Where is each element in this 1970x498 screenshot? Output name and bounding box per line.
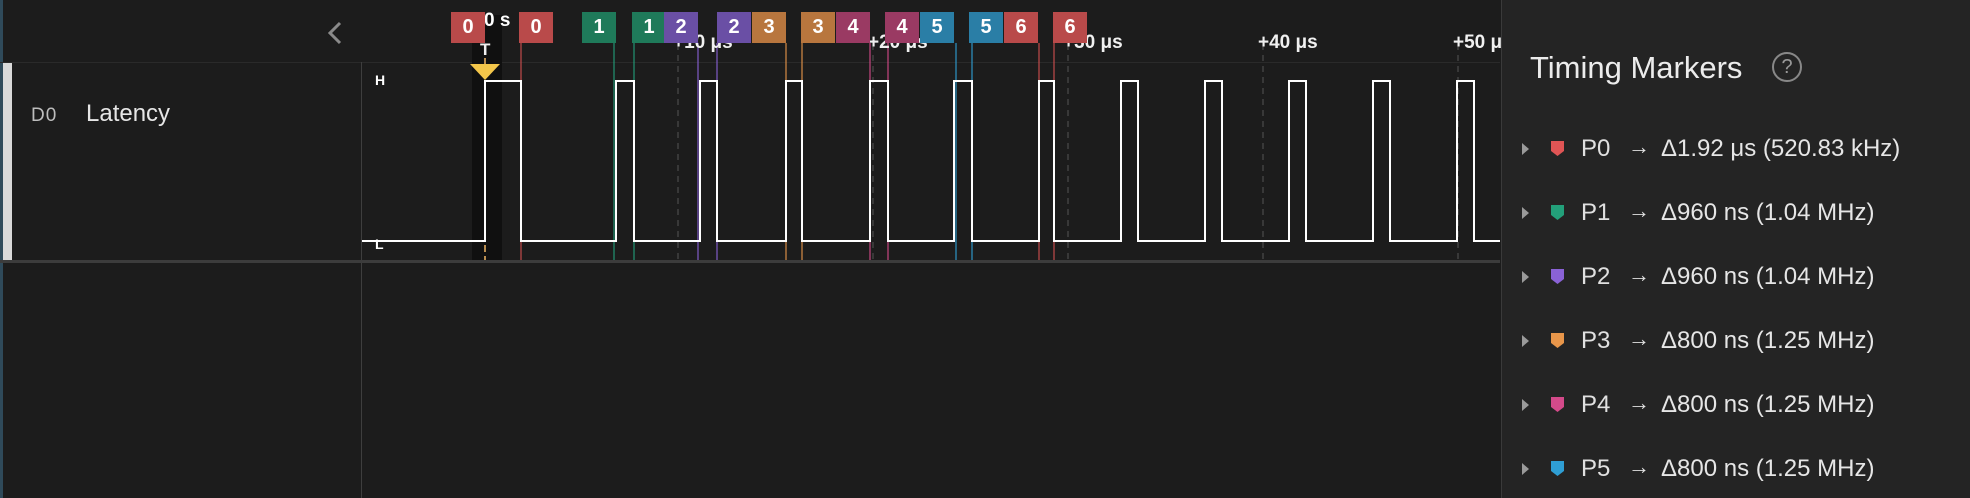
arrow-right-icon: → [1628,262,1650,287]
marker-name: P1 [1581,199,1611,226]
channel-id: D0 [31,105,58,126]
timing-marker-row-p4[interactable]: P4 → Δ800 ns (1.25 MHz) [1502,387,1970,427]
timing-marker-row-p1[interactable]: P1 → Δ960 ns (1.04 MHz) [1502,195,1970,235]
marker-delta-value: Δ960 ns (1.04 MHz) [1661,263,1875,290]
marker-name: P4 [1581,391,1611,418]
marker-name: P5 [1581,455,1611,482]
marker-tag[interactable]: 6 [1053,12,1087,43]
marker-delta-value: Δ960 ns (1.04 MHz) [1661,199,1875,226]
time-origin-label: 0 s [484,10,511,31]
marker-tag[interactable]: 4 [836,12,870,43]
expand-triangle-icon[interactable] [1522,335,1529,347]
marker-delta-value: Δ1.92 μs (520.83 kHz) [1661,135,1901,162]
expand-triangle-icon[interactable] [1522,399,1529,411]
expand-triangle-icon[interactable] [1522,207,1529,219]
arrow-right-icon: → [1628,454,1650,479]
marker-pin-icon [1551,141,1564,156]
panel-title: Timing Markers [1530,50,1743,85]
level-low-label: L [375,236,384,252]
timing-markers-panel: Timing Markers ? P0 → Δ1.92 μs (520.83 k… [1501,0,1970,498]
marker-tag[interactable]: 2 [717,12,751,43]
marker-delta-value: Δ800 ns (1.25 MHz) [1661,327,1875,354]
marker-tag[interactable]: 3 [752,12,786,43]
question-circle-icon[interactable]: ? [1772,52,1802,82]
waveform-area: T 0 s +10 μs +20 μs +30 μs +40 μs +50 μ … [0,0,1503,498]
digital-waveform[interactable] [362,80,1500,242]
expand-triangle-icon[interactable] [1522,463,1529,475]
marker-tag[interactable]: 3 [801,12,835,43]
arrow-right-icon: → [1628,390,1650,415]
expand-triangle-icon[interactable] [1522,143,1529,155]
marker-tag[interactable]: 2 [664,12,698,43]
marker-name: P0 [1581,135,1611,162]
channel-color-indicator [3,63,12,260]
expand-triangle-icon[interactable] [1522,271,1529,283]
marker-name: P3 [1581,327,1611,354]
timing-marker-row-p0[interactable]: P0 → Δ1.92 μs (520.83 kHz) [1502,131,1970,171]
channel-name[interactable]: Latency [86,100,170,128]
marker-tag[interactable]: 4 [885,12,919,43]
marker-pin-icon [1551,269,1564,284]
level-high-label: H [375,72,386,88]
channel-label-divider[interactable] [361,62,362,498]
marker-tag[interactable]: 5 [969,12,1003,43]
timing-marker-row-p5[interactable]: P5 → Δ800 ns (1.25 MHz) [1502,451,1970,491]
marker-tag[interactable]: 6 [1004,12,1038,43]
timing-marker-row-p3[interactable]: P3 → Δ800 ns (1.25 MHz) [1502,323,1970,363]
time-label: +40 μs [1258,32,1318,53]
logic-analyzer-window: T 0 s +10 μs +20 μs +30 μs +40 μs +50 μ … [0,0,1970,498]
marker-tag[interactable]: 1 [632,12,666,43]
marker-pin-icon [1551,205,1564,220]
marker-tag[interactable]: 0 [451,12,485,43]
marker-tag[interactable]: 1 [582,12,616,43]
time-label: +50 μ [1453,32,1503,53]
channel-row-d0[interactable]: D0 Latency [0,63,361,260]
marker-pin-icon [1551,333,1564,348]
timing-marker-row-p2[interactable]: P2 → Δ960 ns (1.04 MHz) [1502,259,1970,299]
channel-row-border [0,260,1500,263]
marker-pin-icon [1551,461,1564,476]
marker-delta-value: Δ800 ns (1.25 MHz) [1661,455,1875,482]
arrow-right-icon: → [1628,198,1650,223]
marker-pin-icon [1551,397,1564,412]
marker-name: P2 [1581,263,1611,290]
marker-tag[interactable]: 5 [920,12,954,43]
arrow-right-icon: → [1628,326,1650,351]
marker-delta-value: Δ800 ns (1.25 MHz) [1661,391,1875,418]
marker-tag[interactable]: 0 [519,12,553,43]
arrow-right-icon: → [1628,134,1650,159]
